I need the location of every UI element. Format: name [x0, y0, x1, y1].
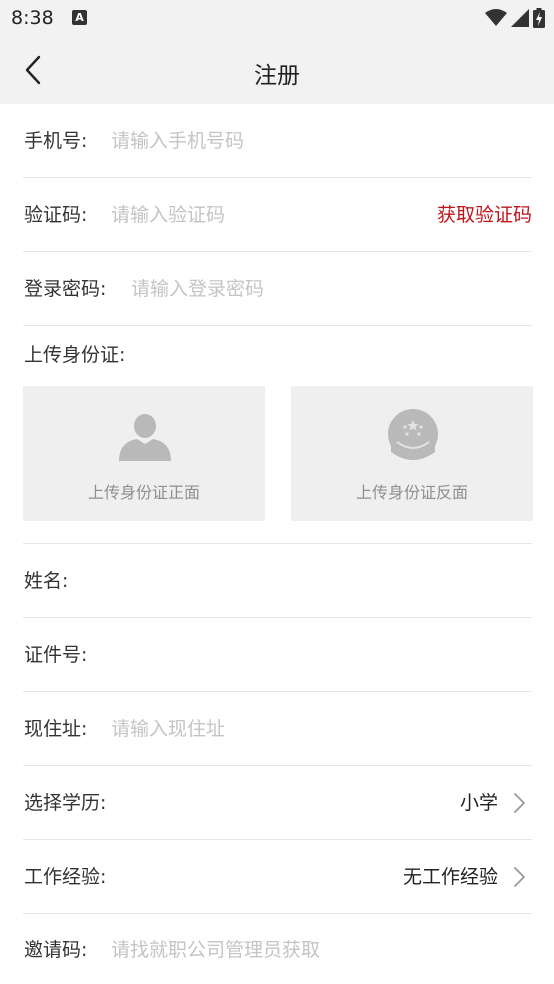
- code-label: 验证码:: [24, 204, 88, 226]
- name-row: 姓名:: [23, 544, 532, 618]
- experience-label: 工作经验:: [24, 866, 107, 888]
- wifi-icon: [485, 9, 507, 26]
- id-back-upload[interactable]: 上传身份证反面: [291, 386, 533, 521]
- get-code-button[interactable]: 获取验证码: [437, 178, 532, 252]
- id-front-caption: 上传身份证正面: [87, 483, 200, 502]
- notification-a-icon: A: [72, 10, 87, 25]
- id-number-input[interactable]: [111, 618, 531, 691]
- invite-code-label: 邀请码:: [24, 939, 88, 961]
- chevron-right-icon: [514, 867, 525, 887]
- education-select[interactable]: 选择学历: 小学: [23, 766, 532, 840]
- password-input[interactable]: [131, 252, 531, 325]
- status-time: 8:38: [11, 7, 54, 29]
- name-label: 姓名:: [24, 570, 69, 592]
- education-label: 选择学历:: [24, 792, 107, 814]
- phone-row: 手机号:: [23, 104, 532, 178]
- address-label: 现住址:: [24, 718, 88, 740]
- experience-value: 无工作经验: [402, 866, 498, 888]
- invite-code-input[interactable]: [111, 913, 531, 984]
- status-bar: 8:38 A: [0, 0, 554, 36]
- address-row: 现住址:: [23, 692, 532, 766]
- address-input[interactable]: [111, 692, 531, 765]
- person-silhouette-icon: [119, 414, 171, 461]
- battery-charging-icon: [533, 8, 545, 28]
- code-row: 验证码: 获取验证码: [23, 178, 532, 252]
- id-front-upload[interactable]: 上传身份证正面: [23, 386, 265, 521]
- phone-label: 手机号:: [24, 130, 88, 152]
- national-emblem-icon: [388, 409, 438, 460]
- code-input[interactable]: [111, 178, 401, 251]
- cell-signal-icon: [511, 9, 529, 27]
- id-upload-label: 上传身份证:: [24, 344, 126, 366]
- id-number-label: 证件号:: [24, 644, 88, 666]
- id-back-caption: 上传身份证反面: [355, 483, 468, 502]
- experience-select[interactable]: 工作经验: 无工作经验: [23, 840, 532, 914]
- page-title: 注册: [254, 63, 300, 89]
- chevron-right-icon: [514, 793, 525, 813]
- app-header: 注册: [0, 36, 554, 104]
- password-label: 登录密码:: [24, 278, 107, 300]
- id-number-row: 证件号:: [23, 618, 532, 692]
- invite-code-row: 邀请码:: [23, 913, 532, 984]
- name-input[interactable]: [93, 544, 531, 617]
- education-value: 小学: [459, 792, 498, 814]
- phone-input[interactable]: [111, 104, 531, 177]
- status-icons: [485, 7, 545, 29]
- password-row: 登录密码:: [23, 252, 532, 326]
